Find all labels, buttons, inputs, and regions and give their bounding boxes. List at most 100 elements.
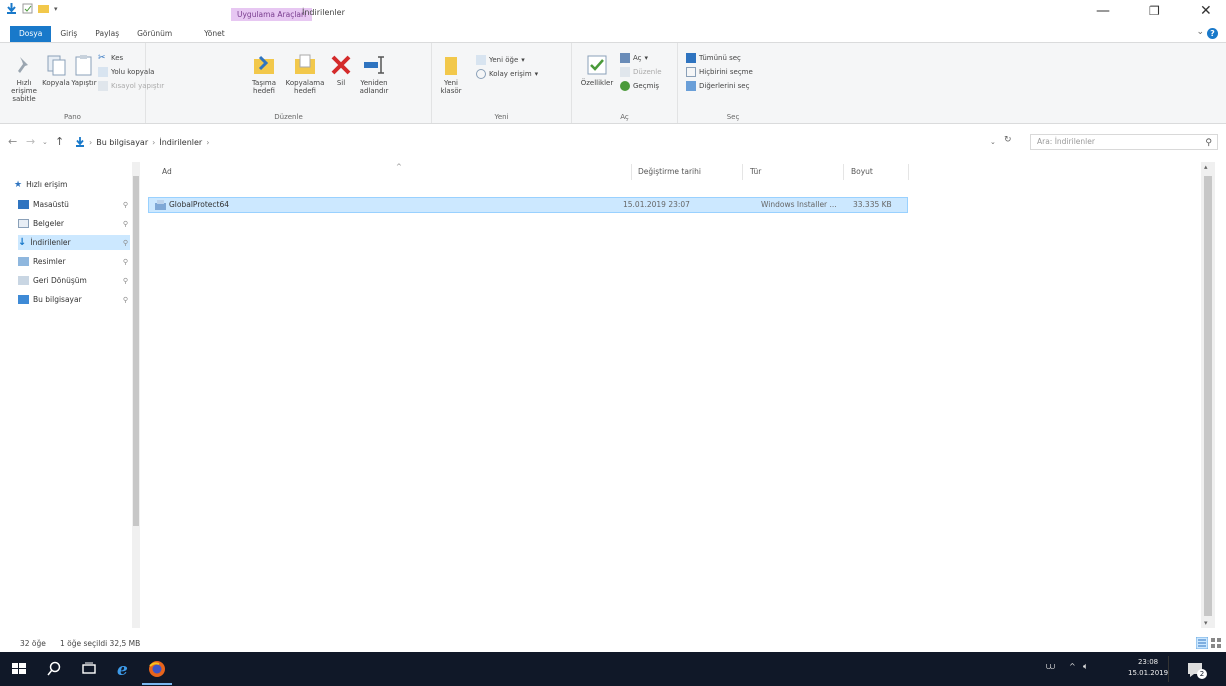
new-folder-button[interactable]: Yeni klasör [438,53,464,95]
open-button[interactable]: Aç ▾ [620,53,648,63]
move-to-button[interactable]: Taşıma hedefi [246,53,282,95]
tab-view[interactable]: Görünüm [128,26,181,42]
paste-button[interactable]: Yapıştır [70,53,98,87]
collapse-ribbon-icon[interactable]: ⌄ [1196,27,1204,37]
invert-selection-button[interactable]: Diğerlerini seç [686,81,749,91]
search-input[interactable]: Ara: İndirilenler ⚲ [1030,134,1218,150]
paste-icon [75,55,92,76]
tab-file[interactable]: Dosya [10,26,52,42]
task-view-icon[interactable] [80,660,98,678]
scroll-down-icon[interactable]: ▾ [1204,619,1208,627]
group-new: Yeni klasör Yeni öğe ▾ Kolay erişim ▾ Ye… [432,43,572,123]
sort-ascending-icon: ^ [396,163,402,171]
column-header-name[interactable]: Ad [162,163,172,181]
file-modified: 15.01.2019 23:07 [623,200,690,209]
breadcrumb-downloads[interactable]: İndirilenler [159,138,202,147]
nav-item-recycle-bin[interactable]: Geri Dönüşüm ⚲ [18,273,130,288]
pictures-icon [18,257,29,266]
nav-pane-scroll-thumb[interactable] [133,176,139,526]
address-dropdown-icon[interactable]: ⌄ [990,138,996,146]
new-item-button[interactable]: Yeni öğe ▾ [476,55,525,65]
system-clock[interactable]: 23:08 15.01.2019 [1128,657,1168,679]
address-field[interactable]: › Bu bilgisayar › İndirilenler › [74,134,984,150]
minimize-button[interactable]: — [1096,4,1110,18]
pin-quick-access-button[interactable]: Hızlı erişime sabitle [6,53,42,103]
column-header-type[interactable]: Tür [750,163,761,181]
breadcrumb-separator-icon: › [206,137,210,147]
pin-icon: ⚲ [122,276,128,285]
cut-button[interactable]: ✂ Kes [98,53,123,63]
column-divider[interactable] [742,164,743,180]
edit-button[interactable]: Düzenle [620,67,662,77]
show-hidden-icons-icon[interactable]: ^ [1069,662,1076,671]
nav-quick-access[interactable]: ★ Hızlı erişim [14,177,126,192]
select-none-button[interactable]: Hiçbirini seçme [686,67,753,77]
nav-item-downloads[interactable]: ↓ İndirilenler ⚲ [18,235,130,250]
breadcrumb-separator-icon: › [89,137,93,147]
nav-pane-scrollbar[interactable] [132,162,140,628]
open-group-label: Aç [620,113,629,121]
recent-locations-icon[interactable]: ⌄ [42,138,48,146]
help-icon[interactable]: ? [1207,28,1218,39]
star-icon: ★ [14,179,23,190]
close-button[interactable]: ✕ [1200,4,1212,18]
quick-access-toolbar: ▾ [6,3,58,14]
column-header-size[interactable]: Boyut [851,163,873,181]
nav-item-documents[interactable]: Belgeler ⚲ [18,216,130,231]
edge-browser-icon[interactable]: e [115,660,133,678]
selection-info: 1 öğe seçildi 32,5 MB [60,639,141,648]
delete-button[interactable]: Sil [328,53,354,87]
breadcrumb-separator-icon: › [152,137,156,147]
item-count: 32 öğe [20,639,46,648]
up-arrow-icon[interactable]: ↑ [55,135,64,148]
copy-to-button[interactable]: Kopyalama hedefi [284,53,326,95]
network-icon[interactable]: ⩊ [1046,662,1055,672]
firefox-icon[interactable] [148,660,166,678]
rename-button[interactable]: Yeniden adlandır [356,53,392,95]
title-bar: ▾ Uygulama Araçları İndirilenler — ❐ ✕ [0,0,1226,21]
table-row[interactable]: GlobalProtect64 15.01.2019 23:07 Windows… [148,197,908,213]
tab-manage[interactable]: Yönet [195,26,233,42]
details-view-icon[interactable] [1196,637,1208,649]
nav-item-pictures[interactable]: Resimler ⚲ [18,254,130,269]
group-select: Tümünü seç Hiçbirini seçme Diğerlerini s… [678,43,788,123]
scroll-up-icon[interactable]: ▴ [1204,163,1208,171]
windows-start-icon[interactable] [10,660,28,678]
download-folder-icon[interactable] [6,3,17,14]
properties-button[interactable]: Özellikler [580,53,614,87]
edit-icon [620,67,630,77]
column-divider[interactable] [908,164,909,180]
file-list-scrollbar[interactable]: ▴ ▾ [1201,162,1215,628]
restore-button[interactable]: ❐ [1149,4,1160,18]
copy-button[interactable]: Kopyala [42,53,70,87]
downloads-icon: ↓ [18,237,27,248]
large-icons-view-icon[interactable] [1210,637,1222,649]
file-list-scroll-thumb[interactable] [1204,176,1212,616]
pin-icon: ⚲ [122,257,128,266]
copy-path-icon [98,67,108,77]
history-button[interactable]: Geçmiş [620,81,659,91]
nav-item-this-pc[interactable]: Bu bilgisayar ⚲ [18,292,130,307]
tab-share[interactable]: Paylaş [86,26,128,42]
history-icon [620,81,630,91]
tab-home[interactable]: Giriş [51,26,86,42]
properties-icon[interactable] [22,3,33,14]
select-all-button[interactable]: Tümünü seç [686,53,741,63]
file-type: Windows Installer ... [761,200,837,209]
column-divider[interactable] [631,164,632,180]
refresh-icon[interactable]: ↻ [1004,135,1012,145]
volume-icon[interactable]: 🔈︎ [1083,662,1088,672]
search-icon[interactable] [45,660,63,678]
breadcrumb-this-pc[interactable]: Bu bilgisayar [96,138,148,147]
qat-dropdown-icon[interactable]: ▾ [54,5,58,13]
status-bar: 32 öğe 1 öğe seçildi 32,5 MB [0,636,1226,652]
notification-count-badge: 2 [1197,669,1207,679]
easy-access-button[interactable]: Kolay erişim ▾ [476,69,538,79]
new-folder-icon[interactable] [38,3,49,14]
column-divider[interactable] [843,164,844,180]
active-app-indicator [142,683,172,685]
back-arrow-icon[interactable]: ← [8,135,17,148]
nav-item-desktop[interactable]: Masaüstü ⚲ [18,197,130,212]
forward-arrow-icon[interactable]: → [26,135,35,148]
column-header-modified[interactable]: Değiştirme tarihi [638,163,701,181]
